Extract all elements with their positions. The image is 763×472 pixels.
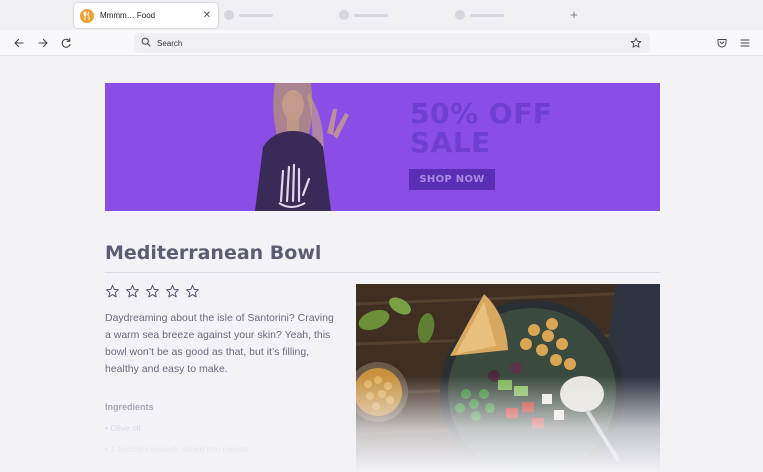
tab-placeholder[interactable] — [339, 10, 388, 20]
arrow-right-icon[interactable] — [34, 34, 52, 52]
url-bar[interactable]: Search — [134, 33, 650, 53]
hamburger-menu-icon[interactable] — [736, 34, 754, 52]
url-placeholder: Search — [157, 38, 183, 48]
ingredient-item: • Olive oil — [105, 423, 141, 433]
sale-banner[interactable]: 50% OFF SALE SHOP NOW — [105, 83, 660, 211]
star-icon[interactable] — [628, 35, 644, 51]
reload-icon[interactable] — [57, 34, 75, 52]
ingredient-item: • 1 zucchini squash, sliced into rounds — [105, 444, 249, 454]
recipe-photo — [356, 284, 660, 472]
ingredients-heading: Ingredients — [105, 402, 154, 412]
shop-now-button[interactable]: SHOP NOW — [409, 169, 495, 190]
navigation-toolbar: Search — [0, 30, 763, 56]
headline-line-1: 50% OFF — [410, 97, 553, 130]
recipe-title: Mediterranean Bowl — [105, 242, 322, 264]
rating-star-icon[interactable] — [105, 284, 120, 299]
close-icon[interactable]: ✕ — [200, 9, 214, 23]
arrow-left-icon[interactable] — [10, 34, 28, 52]
sale-headline: 50% OFF SALE — [410, 99, 610, 157]
page-content: 50% OFF SALE SHOP NOW Mediterranean Bowl… — [0, 56, 763, 472]
rating-star-icon[interactable] — [165, 284, 180, 299]
ingredients-list: • Olive oil • 1 zucchini squash, sliced … — [105, 421, 249, 463]
title-divider — [105, 272, 660, 273]
rating-star-icon[interactable] — [185, 284, 200, 299]
model-photo — [223, 83, 363, 211]
tab-title: Mmmm… Food — [100, 11, 156, 20]
rating-star-icon[interactable] — [125, 284, 140, 299]
search-icon — [141, 34, 151, 52]
food-favicon-icon — [80, 8, 94, 23]
recipe-description: Daydreaming about the isle of Santorini?… — [105, 312, 334, 375]
headline-line-2: SALE — [410, 126, 491, 159]
tab-active[interactable]: Mmmm… Food ✕ — [74, 3, 218, 28]
pocket-icon[interactable] — [713, 34, 731, 52]
star-rating[interactable] — [105, 284, 205, 299]
rating-star-icon[interactable] — [145, 284, 160, 299]
plus-icon[interactable]: + — [567, 7, 581, 23]
tab-placeholder[interactable] — [224, 10, 273, 20]
tab-strip: Mmmm… Food ✕ + — [0, 0, 763, 30]
tab-placeholder[interactable] — [455, 10, 504, 20]
